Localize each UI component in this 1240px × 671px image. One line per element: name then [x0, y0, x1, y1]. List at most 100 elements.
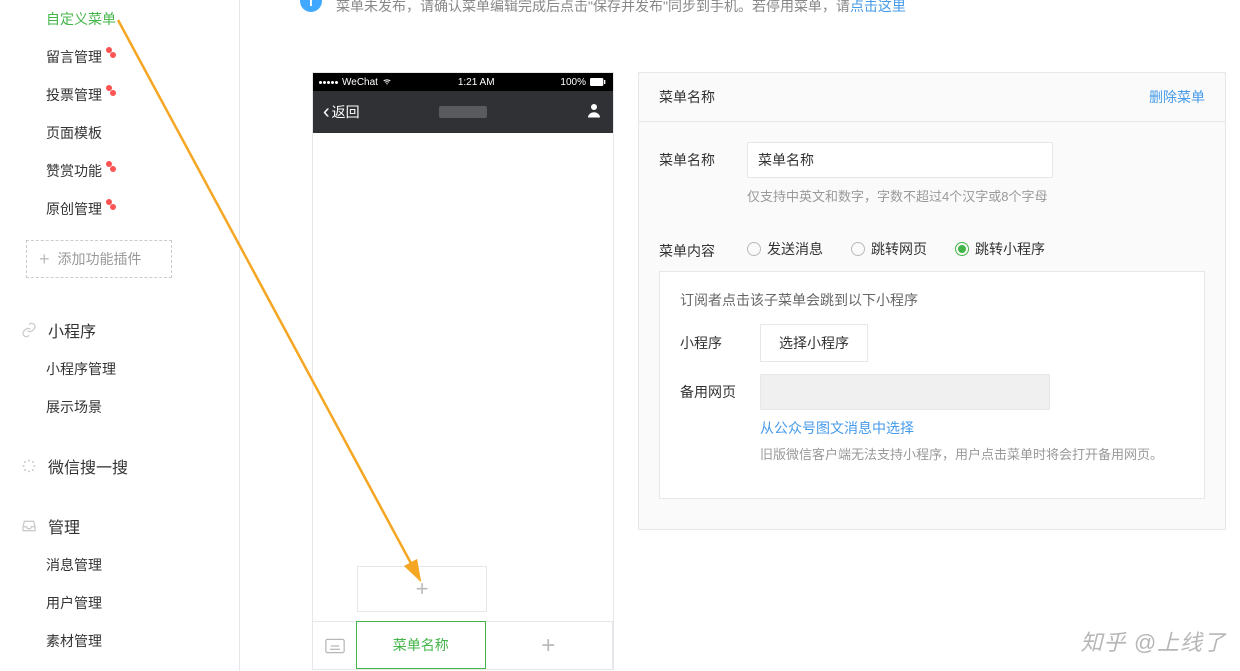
config-body: 菜单名称 仅支持中英文和数字，字数不超过4个汉字或8个字母 菜单内容 发送消息: [639, 122, 1225, 529]
miniprogram-config-box: 订阅者点击该子菜单会跳到以下小程序 小程序 选择小程序 备用网页 从公众号图文消…: [659, 271, 1205, 499]
status-bar: WeChat 1:21 AM 100%: [313, 73, 613, 91]
radio-label: 发送消息: [767, 239, 823, 259]
sidebar-item-comment-mgmt[interactable]: 留言管理: [0, 38, 239, 76]
title-bar: ‹ 返回: [313, 91, 613, 133]
choose-miniprogram-button[interactable]: 选择小程序: [760, 324, 868, 362]
sidebar-item-page-template[interactable]: 页面模板: [0, 114, 239, 152]
fallback-hint: 旧版微信客户端无法支持小程序，用户点击菜单时将会打开备用网页。: [760, 444, 1163, 466]
radio-label: 跳转网页: [871, 239, 927, 259]
config-panel: 菜单名称 删除菜单 菜单名称 仅支持中英文和数字，字数不超过4个汉字或8个字母 …: [638, 72, 1226, 530]
sidebar-item-label: 原创管理: [46, 201, 102, 217]
sidebar-item-label: 消息管理: [46, 557, 102, 573]
profile-icon[interactable]: [585, 101, 603, 124]
watermark: 知乎 @上线了: [1081, 625, 1226, 657]
mini-desc: 订阅者点击该子菜单会跳到以下小程序: [680, 290, 1184, 310]
menu-item-1[interactable]: 菜单名称: [356, 621, 486, 669]
fallback-label: 备用网页: [680, 374, 760, 402]
row-miniprogram: 小程序 选择小程序: [680, 324, 1184, 362]
sidebar-item-display-scene[interactable]: 展示场景: [0, 388, 239, 426]
menu-name-label: 菜单名称: [659, 142, 747, 170]
red-dot-icon: [106, 161, 112, 167]
sidebar-item-label: 赞赏功能: [46, 163, 102, 179]
sidebar-item-mp-mgmt[interactable]: 小程序管理: [0, 350, 239, 388]
tray-icon: [20, 517, 38, 535]
sidebar-item-custom-menu[interactable]: 自定义菜单: [0, 0, 239, 38]
section-title: 小程序: [48, 318, 96, 342]
mini-label: 小程序: [680, 333, 760, 353]
submenu-add-slot[interactable]: +: [357, 566, 487, 612]
phone-body: [313, 133, 613, 621]
battery-icon: [589, 78, 607, 86]
signal-icon: [319, 81, 338, 84]
row-menu-content: 菜单内容 发送消息 跳转网页 跳转小程序: [659, 233, 1205, 261]
menu-name-hint: 仅支持中英文和数字，字数不超过4个汉字或8个字母: [747, 186, 1205, 205]
delete-menu-link[interactable]: 删除菜单: [1149, 87, 1205, 107]
radio-jump-miniprogram[interactable]: 跳转小程序: [955, 239, 1045, 259]
sidebar-item-label: 展示场景: [46, 399, 102, 415]
sidebar-item-reward[interactable]: 赞赏功能: [0, 152, 239, 190]
sidebar-item-vote-mgmt[interactable]: 投票管理: [0, 76, 239, 114]
section-miniprogram[interactable]: 小程序: [0, 290, 239, 350]
link-icon: [20, 321, 38, 339]
menu-content-label: 菜单内容: [659, 233, 747, 261]
info-icon: i: [300, 0, 322, 12]
row-fallback: 备用网页 从公众号图文消息中选择 旧版微信客户端无法支持小程序，用户点击菜单时将…: [680, 374, 1184, 466]
plus-icon: +: [541, 632, 555, 660]
add-plugin-button[interactable]: + 添加功能插件: [26, 240, 172, 278]
phone-preview: WeChat 1:21 AM 100% ‹ 返回 +: [312, 72, 614, 670]
sidebar-item-label: 投票管理: [46, 87, 102, 103]
sparkle-icon: [20, 457, 38, 475]
back-icon[interactable]: ‹: [323, 101, 330, 124]
sidebar-item-user-mgmt[interactable]: 用户管理: [0, 584, 239, 622]
carrier-label: WeChat: [342, 77, 378, 88]
sidebar-item-label: 素材管理: [46, 633, 102, 649]
sidebar-item-label: 自定义菜单: [46, 11, 116, 27]
section-title: 管理: [48, 514, 80, 538]
time-label: 1:21 AM: [458, 77, 495, 88]
notice-text: 菜单未发布，请确认菜单编辑完成后点击"保存并发布"同步到手机。若停用菜单，请: [336, 0, 850, 16]
main-area: i 菜单未发布，请确认菜单编辑完成后点击"保存并发布"同步到手机。若停用菜单，请…: [240, 0, 1240, 671]
plus-icon: +: [416, 576, 429, 602]
config-head: 菜单名称 删除菜单: [639, 73, 1225, 122]
keyboard-icon: [325, 638, 345, 654]
sidebar-item-label: 用户管理: [46, 595, 102, 611]
section-title: 微信搜一搜: [48, 454, 128, 478]
red-dot-icon: [106, 85, 112, 91]
sidebar: 自定义菜单 留言管理 投票管理 页面模板 赞赏功能 原创管理 + 添加功能插件 …: [0, 0, 240, 671]
keyboard-toggle[interactable]: [313, 622, 357, 669]
watermark-text: 知乎 @上线了: [1081, 625, 1226, 657]
red-dot-icon: [106, 47, 112, 53]
back-label[interactable]: 返回: [332, 102, 360, 122]
battery-label: 100%: [560, 77, 586, 88]
content-type-radios: 发送消息 跳转网页 跳转小程序: [747, 233, 1205, 259]
sidebar-item-label: 留言管理: [46, 49, 102, 65]
sidebar-item-label: 小程序管理: [46, 361, 116, 377]
red-dot-icon: [106, 199, 112, 205]
menu-name-input[interactable]: [747, 142, 1053, 178]
notice-link[interactable]: 点击这里: [850, 0, 906, 16]
sidebar-item-label: 页面模板: [46, 125, 102, 141]
radio-jump-web[interactable]: 跳转网页: [851, 239, 927, 259]
sidebar-item-message-mgmt[interactable]: 消息管理: [0, 546, 239, 584]
sidebar-item-original-mgmt[interactable]: 原创管理: [0, 190, 239, 228]
config-title: 菜单名称: [659, 87, 715, 107]
account-name-placeholder: [439, 106, 487, 118]
menu-bar: 菜单名称 +: [313, 621, 613, 669]
menu-item-add[interactable]: +: [485, 622, 614, 669]
radio-icon: [747, 242, 761, 256]
radio-send-message[interactable]: 发送消息: [747, 239, 823, 259]
radio-icon: [955, 242, 969, 256]
section-wesearch[interactable]: 微信搜一搜: [0, 426, 239, 486]
radio-label: 跳转小程序: [975, 239, 1045, 259]
notice-bar: i 菜单未发布，请确认菜单编辑完成后点击"保存并发布"同步到手机。若停用菜单，请…: [300, 0, 1240, 20]
fallback-url-input[interactable]: [760, 374, 1050, 410]
section-manage[interactable]: 管理: [0, 486, 239, 546]
sidebar-item-material-mgmt[interactable]: 素材管理: [0, 622, 239, 660]
wifi-icon: [382, 78, 392, 86]
choose-from-articles-link[interactable]: 从公众号图文消息中选择: [760, 420, 914, 436]
menu-item-label: 菜单名称: [393, 635, 449, 655]
row-menu-name: 菜单名称 仅支持中英文和数字，字数不超过4个汉字或8个字母: [659, 142, 1205, 205]
radio-icon: [851, 242, 865, 256]
plus-icon: +: [39, 250, 50, 268]
add-plugin-label: 添加功能插件: [58, 249, 142, 269]
